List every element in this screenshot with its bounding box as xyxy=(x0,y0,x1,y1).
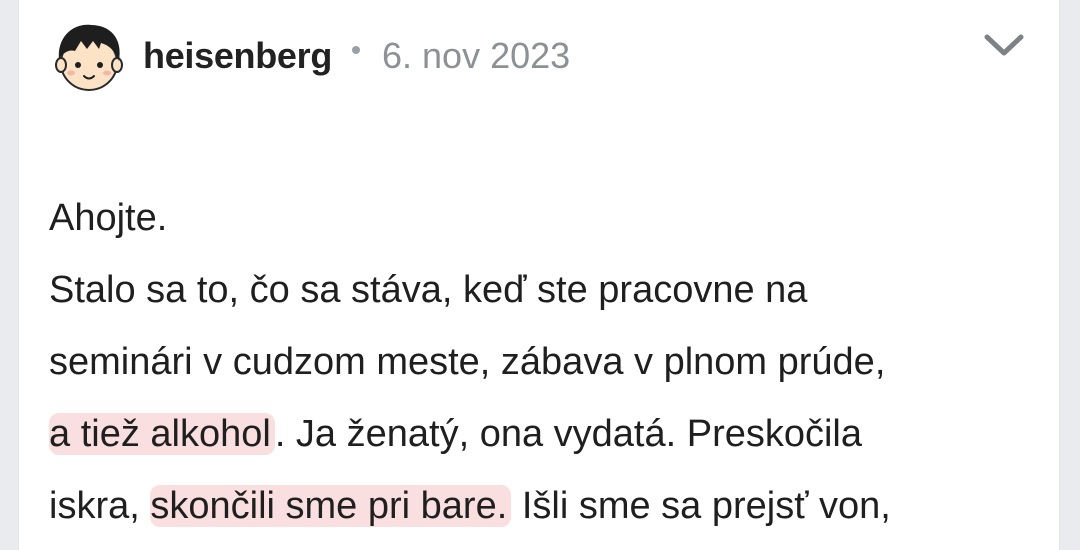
highlighted-text: skončili sme pri bare. xyxy=(150,485,512,527)
post-text: . Ja ženatý, ona vydatá. Preskočila xyxy=(274,413,863,455)
post-line: Ahojte. xyxy=(49,197,168,239)
post-line: iskra, skončili sme pri bare. Išli sme s… xyxy=(49,470,1049,542)
avatar[interactable] xyxy=(51,19,127,95)
author-name[interactable]: heisenberg xyxy=(143,35,332,77)
post-card: heisenberg 6. nov 2023 Ahojte. Stalo sa … xyxy=(18,0,1060,550)
post-line: Stalo sa to, čo sa stáva, keď ste pracov… xyxy=(49,269,808,311)
chevron-down-icon[interactable] xyxy=(981,30,1027,60)
post-line: a tiež alkohol. Ja ženatý, ona vydatá. P… xyxy=(49,398,1049,470)
post-line: seminári v cudzom meste, zábava v plnom … xyxy=(49,341,886,383)
post-text: iskra, xyxy=(49,485,151,527)
post-text: Išli sme sa prejsť von, xyxy=(511,485,891,527)
post-date: 6. nov 2023 xyxy=(382,35,571,76)
highlighted-text: a tiež alkohol xyxy=(49,413,275,455)
post-body: Ahojte. Stalo sa to, čo sa stáva, keď st… xyxy=(49,182,1049,542)
meta-separator-dot xyxy=(352,46,360,54)
